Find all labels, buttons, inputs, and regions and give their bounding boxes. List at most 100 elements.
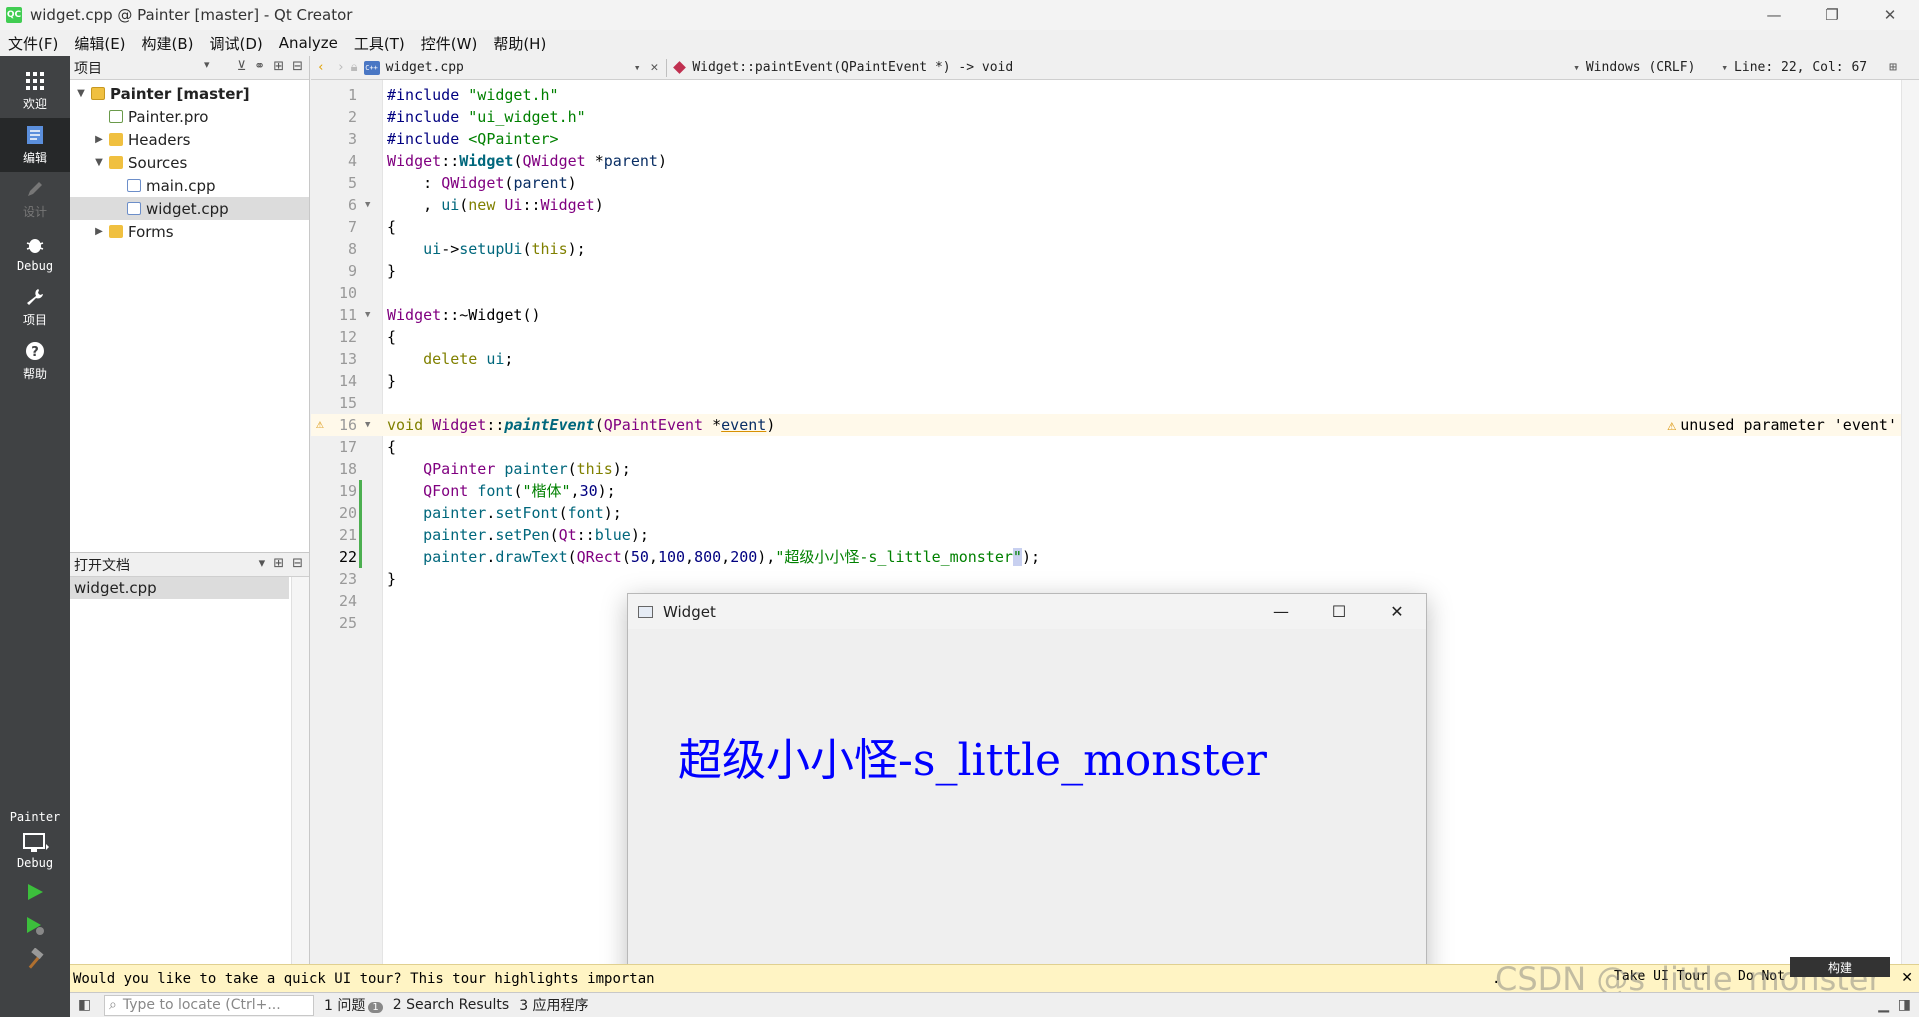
editor-scrollbar[interactable] xyxy=(1901,80,1919,964)
help-icon: ? xyxy=(24,340,46,362)
menu-bar: 文件(F) 编辑(E) 构建(B) 调试(D) Analyze 工具(T) 控件… xyxy=(0,30,1919,56)
tab-application-output[interactable]: 3 应用程序 xyxy=(519,995,588,1015)
play-icon xyxy=(28,884,43,900)
split-icon[interactable]: ⊞ xyxy=(273,59,284,74)
progress-details-icon[interactable]: ▁ xyxy=(1878,997,1889,1013)
chevron-down-icon[interactable]: ▾ xyxy=(634,61,641,74)
tree-item-sources[interactable]: ▼ Sources xyxy=(70,151,309,174)
mode-projects[interactable]: 项目 xyxy=(0,280,70,334)
code-line[interactable]: 7{ xyxy=(311,216,1919,238)
tree-item-widget-cpp[interactable]: widget.cpp xyxy=(70,197,309,220)
project-panel-title[interactable]: 项目 xyxy=(74,58,102,78)
code-line[interactable]: 16 ⚠ ▼ void Widget::paintEvent(QPaintEvent … xyxy=(311,414,1919,436)
split-icon[interactable]: ⊞ xyxy=(1889,60,1897,75)
link-icon[interactable]: ⚭ xyxy=(254,59,265,74)
code-line[interactable]: 6 ▼ , ui(new Ui::Widget) xyxy=(311,194,1919,216)
code-line[interactable]: 8 ui->setupUi(this); xyxy=(311,238,1919,260)
menu-tools[interactable]: 工具(T) xyxy=(346,33,413,54)
widget-title-bar[interactable]: Widget — ☐ ✕ xyxy=(628,594,1426,629)
close-infobar-icon[interactable]: ✕ xyxy=(1901,970,1913,986)
code-line[interactable]: 20 painter.setFont(font); xyxy=(311,502,1919,524)
fold-marker-icon[interactable]: ▼ xyxy=(365,414,370,436)
lock-icon: 🔒︎ xyxy=(350,60,358,75)
close-panel-icon[interactable]: ⊟ xyxy=(292,556,303,571)
open-documents-title[interactable]: 打开文档 xyxy=(74,555,130,575)
code-line[interactable]: 13 delete ui; xyxy=(311,348,1919,370)
toggle-sidebar-icon[interactable]: ◧ xyxy=(78,997,91,1013)
widget-close-button[interactable]: ✕ xyxy=(1368,594,1426,629)
minimize-button[interactable]: — xyxy=(1745,0,1803,30)
chevron-down-icon[interactable]: ▾ xyxy=(204,58,210,71)
chevron-right-icon[interactable]: ▶ xyxy=(92,134,106,145)
tree-item-main-cpp[interactable]: main.cpp xyxy=(70,174,309,197)
code-line[interactable]: 11 ▼ Widget::~Widget() xyxy=(311,304,1919,326)
open-documents-scrollbar[interactable] xyxy=(291,577,309,964)
tree-item-painter-project[interactable]: ▼ Painter [master] xyxy=(70,82,309,105)
fold-marker-icon[interactable]: ▼ xyxy=(365,304,370,326)
code-line[interactable]: 12 { xyxy=(311,326,1919,348)
filter-icon[interactable]: ⊻ xyxy=(237,59,247,74)
widget-window[interactable]: Widget — ☐ ✕ 超级小小怪-s_little_monster xyxy=(627,593,1427,1017)
chevron-right-icon[interactable]: ▶ xyxy=(92,226,106,237)
chevron-down-icon[interactable]: ▾ xyxy=(1721,61,1728,74)
mode-edit[interactable]: 编辑 xyxy=(0,118,70,172)
tab-search-results[interactable]: 2 Search Results xyxy=(393,997,509,1013)
close-panel-icon[interactable]: ⊟ xyxy=(292,59,303,74)
mode-design[interactable]: 设计 xyxy=(0,172,70,226)
back-arrow-icon[interactable]: ‹ xyxy=(317,60,325,75)
code-line[interactable]: 4 Widget::Widget(QWidget *parent) xyxy=(311,150,1919,172)
menu-help[interactable]: 帮助(H) xyxy=(485,33,554,54)
warning-icon[interactable]: ⚠ xyxy=(316,414,324,436)
run-button[interactable] xyxy=(22,879,48,905)
tree-item-forms[interactable]: ▶ Forms xyxy=(70,220,309,243)
chevron-down-icon[interactable]: ▼ xyxy=(74,88,88,99)
code-line[interactable]: 1 #include "widget.h" xyxy=(311,84,1919,106)
code-line[interactable]: 10 xyxy=(311,282,1919,304)
toggle-output-pane-icon[interactable]: ◨ xyxy=(1898,997,1911,1013)
symbol-selector[interactable]: Widget::paintEvent(QPaintEvent *) -> voi… xyxy=(692,60,1013,75)
line-ending-selector[interactable]: Windows (CRLF) xyxy=(1586,60,1696,75)
widget-minimize-button[interactable]: — xyxy=(1252,594,1310,629)
tree-item-painter-pro[interactable]: Painter.pro xyxy=(70,105,309,128)
build-button[interactable] xyxy=(22,946,48,972)
close-document-icon[interactable]: ✕ xyxy=(650,60,658,75)
chevron-down-icon[interactable]: ▾ xyxy=(259,556,266,571)
menu-widgets[interactable]: 控件(W) xyxy=(413,33,486,54)
code-line[interactable]: 17 { xyxy=(311,436,1919,458)
menu-file[interactable]: 文件(F) xyxy=(0,33,66,54)
debug-run-button[interactable] xyxy=(22,913,48,939)
fold-marker-icon[interactable]: ▼ xyxy=(365,194,370,216)
code-line[interactable]: 18 QPainter painter(this); xyxy=(311,458,1919,480)
code-line[interactable]: 9} xyxy=(311,260,1919,282)
mode-debug[interactable]: Debug xyxy=(0,226,70,280)
locator-input[interactable]: ⌕ Type to locate (Ctrl+... xyxy=(104,994,314,1016)
code-line[interactable]: 19 QFont font("楷体",30); xyxy=(311,480,1919,502)
cursor-position[interactable]: Line: 22, Col: 67 xyxy=(1734,60,1867,75)
code-line[interactable]: 21 painter.setPen(Qt::blue); xyxy=(311,524,1919,546)
code-line[interactable]: 2 #include "ui_widget.h" xyxy=(311,106,1919,128)
forward-arrow-icon[interactable]: › xyxy=(337,60,345,75)
code-line[interactable]: 14} xyxy=(311,370,1919,392)
menu-edit[interactable]: 编辑(E) xyxy=(66,33,133,54)
chevron-down-icon[interactable]: ▼ xyxy=(92,157,106,168)
tree-item-headers[interactable]: ▶ Headers xyxy=(70,128,309,151)
code-line[interactable]: 5 : QWidget(parent) xyxy=(311,172,1919,194)
code-line[interactable]: 22 painter.drawText(QRect(50,100,800,200… xyxy=(311,546,1919,568)
widget-maximize-button[interactable]: ☐ xyxy=(1310,594,1368,629)
change-marker xyxy=(359,502,362,524)
mode-welcome[interactable]: 欢迎 xyxy=(0,64,70,118)
code-line[interactable]: 23} xyxy=(311,568,1919,590)
document-selector[interactable]: widget.cpp xyxy=(386,60,464,75)
split-icon[interactable]: ⊞ xyxy=(273,556,284,571)
menu-analyze[interactable]: Analyze xyxy=(271,34,346,52)
code-line[interactable]: 15 xyxy=(311,392,1919,414)
menu-debug[interactable]: 调试(D) xyxy=(202,33,271,54)
menu-build[interactable]: 构建(B) xyxy=(134,33,202,54)
mode-help[interactable]: ? 帮助 xyxy=(0,334,70,388)
close-button[interactable]: ✕ xyxy=(1861,0,1919,30)
code-line[interactable]: 3 #include <QPainter> xyxy=(311,128,1919,150)
open-document-item[interactable]: widget.cpp xyxy=(70,577,289,599)
tab-issues[interactable]: 1 问题 1 xyxy=(324,995,383,1015)
chevron-down-icon[interactable]: ▾ xyxy=(1573,61,1580,74)
restore-button[interactable]: ❐ xyxy=(1803,0,1861,30)
